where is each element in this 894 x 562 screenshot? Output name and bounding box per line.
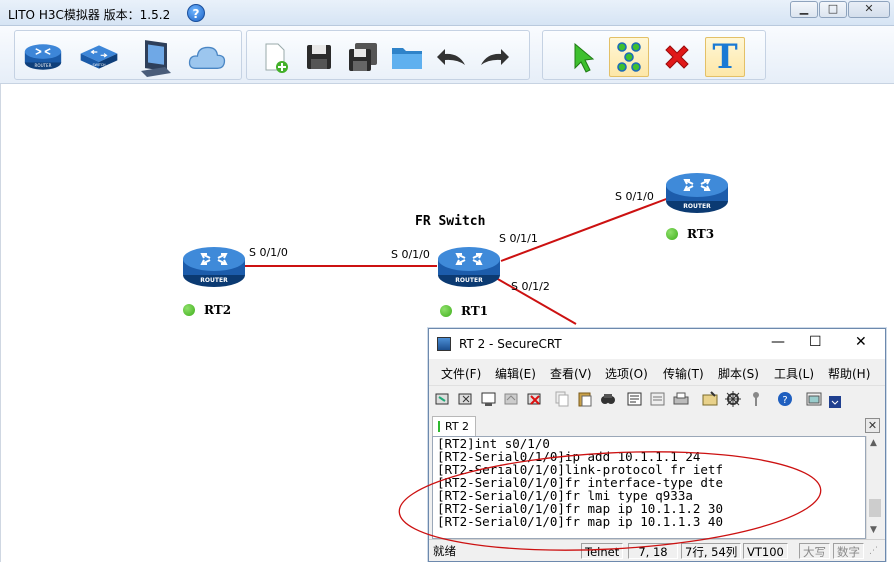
annotation-ellipse [398, 451, 822, 551]
annotation-overlay [398, 451, 822, 551]
simulator-window: LITO H3C模拟器 版本：1.5.2 ? ▁ □ ✕ ROUTER SWIT… [0, 0, 894, 562]
